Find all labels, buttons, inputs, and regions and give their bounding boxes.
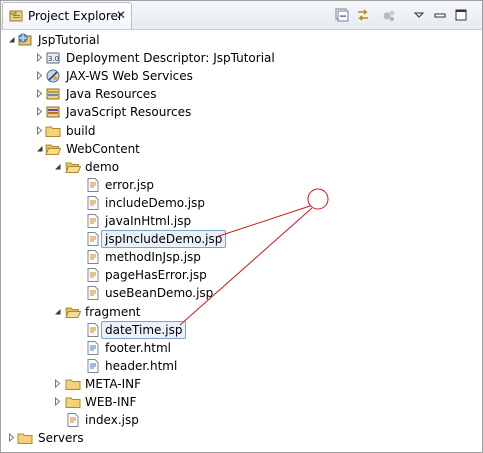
collapse-all-icon[interactable] (334, 7, 350, 23)
tree-item-label: JAX-WS Web Services (66, 69, 193, 84)
tree-item-folder[interactable]: 3.0 Deployment Descriptor: JspTutorial (1, 49, 482, 67)
tree-item-label: WEB-INF (85, 395, 137, 409)
tree-item-label: WebContent (66, 141, 140, 156)
html-file-icon (87, 358, 99, 373)
project-explorer-view: Project Explorer ✕ JspTutorial 3.0 Deplo… (0, 0, 483, 453)
jsp-file-icon (67, 413, 79, 428)
tree-item-file[interactable]: pageHasError.jsp (1, 266, 482, 284)
expanded-arrow-icon[interactable] (53, 162, 62, 171)
folder-icon (65, 397, 81, 408)
html-file-icon (87, 340, 99, 355)
folder-open-icon (65, 307, 81, 318)
jsp-file-icon (87, 232, 99, 247)
tree-item-file[interactable]: useBeanDemo.jsp (1, 284, 482, 302)
tree-item-file[interactable]: dateTime.jsp (1, 320, 482, 339)
jsp-file-icon (87, 250, 99, 265)
tree-item-folder[interactable]: fragment (1, 303, 482, 321)
tree-item-label: JavaScript Resources (66, 105, 192, 120)
tree-item-file[interactable]: jspIncludeDemo.jsp (1, 230, 482, 249)
tree-item-folder[interactable]: WEB-INF (1, 393, 482, 411)
tree-item-label: useBeanDemo.jsp (105, 286, 214, 301)
tab-project-explorer[interactable]: Project Explorer ✕ (2, 2, 132, 29)
expanded-arrow-icon[interactable] (35, 144, 44, 153)
tree-item-label: methodInJsp.jsp (105, 250, 201, 265)
tree-item-folder[interactable]: JspTutorial (1, 31, 482, 49)
tree-item-file[interactable]: footer.html (1, 339, 482, 357)
project-explorer-icon (9, 10, 23, 22)
tree-item-label: build (66, 123, 96, 138)
minimize-icon[interactable] (432, 7, 448, 23)
jsp-file-icon (87, 177, 99, 192)
tab-title: Project Explorer (28, 9, 123, 23)
tree-item-folder[interactable]: build (1, 122, 482, 140)
jsp-file-icon (87, 214, 99, 228)
tree-item-label: pageHasError.jsp (105, 268, 207, 283)
view-menu-icon[interactable] (411, 7, 427, 23)
deployment-descriptor-icon: 3.0 (46, 52, 60, 64)
tree-item-label: includeDemo.jsp (105, 195, 205, 210)
tree-item-label: Java Resources (66, 87, 157, 102)
jsp-file-icon (87, 268, 99, 283)
collapsed-arrow-icon[interactable] (53, 378, 62, 388)
tree-item-folder[interactable]: JavaScript Resources (1, 103, 482, 121)
web-services-icon (46, 69, 60, 83)
tree-item-folder[interactable]: WebContent (1, 140, 482, 158)
javascript-resources-icon (46, 106, 60, 118)
folder-icon (65, 379, 81, 390)
tree-item-label: javaInHtml.jsp (105, 214, 192, 228)
collapsed-arrow-icon[interactable] (35, 53, 44, 63)
tree-item-folder[interactable]: Java Resources (1, 85, 482, 103)
java-resources-icon (46, 88, 60, 100)
tree-item-label: footer.html (105, 340, 171, 355)
tree-item-file[interactable]: javaInHtml.jsp (1, 212, 482, 230)
collapsed-arrow-icon[interactable] (35, 71, 44, 81)
tree-item-folder[interactable]: demo (1, 158, 482, 176)
folder-open-icon (45, 144, 61, 155)
web-project-icon (18, 33, 32, 46)
jsp-file-icon (87, 286, 99, 301)
tree-item-label: META-INF (85, 376, 142, 391)
jsp-file-icon (87, 322, 99, 337)
tree-item-label: error.jsp (105, 177, 154, 192)
tree-item-file[interactable]: header.html (1, 357, 482, 375)
folder-open-icon (65, 162, 81, 173)
tree-item-label: index.jsp (85, 413, 139, 428)
tree-item-label: JspTutorial (38, 33, 100, 47)
maximize-icon[interactable] (453, 7, 469, 23)
focus-active-task-icon[interactable] (381, 7, 397, 23)
folder-icon (45, 126, 61, 137)
tree-item-label: header.html (105, 358, 178, 373)
tree-item-label: Deployment Descriptor: JspTutorial (66, 51, 275, 66)
tree-item-label: fragment (85, 304, 141, 319)
view-tab-bar: Project Explorer ✕ (1, 1, 482, 30)
tree-item-file[interactable]: error.jsp (1, 176, 482, 194)
collapsed-arrow-icon[interactable] (7, 433, 16, 443)
collapsed-arrow-icon[interactable] (35, 89, 44, 99)
folder-icon (17, 433, 33, 445)
link-with-editor-icon[interactable] (355, 7, 371, 23)
tree-item-label: Servers (38, 431, 84, 446)
svg-text:3.0: 3.0 (48, 55, 59, 63)
collapsed-arrow-icon[interactable] (35, 107, 44, 117)
collapsed-arrow-icon[interactable] (35, 125, 44, 135)
tree-item-file[interactable]: includeDemo.jsp (1, 194, 482, 212)
tree-item-folder[interactable]: JAX-WS Web Services (1, 67, 482, 85)
tree-item-folder[interactable]: Servers (1, 429, 482, 447)
tree-item-file[interactable]: methodInJsp.jsp (1, 248, 482, 266)
expanded-arrow-icon[interactable] (7, 35, 16, 44)
tree-item-label: dateTime.jsp (101, 320, 187, 339)
tree-item-folder[interactable]: META-INF (1, 375, 482, 393)
expanded-arrow-icon[interactable] (53, 307, 62, 316)
tree-item-file[interactable]: index.jsp (1, 411, 482, 429)
jsp-file-icon (87, 195, 99, 210)
close-icon[interactable]: ✕ (116, 8, 126, 22)
collapsed-arrow-icon[interactable] (53, 397, 62, 406)
tree-item-label: jspIncludeDemo.jsp (101, 230, 227, 249)
tree-item-label: demo (85, 159, 120, 174)
